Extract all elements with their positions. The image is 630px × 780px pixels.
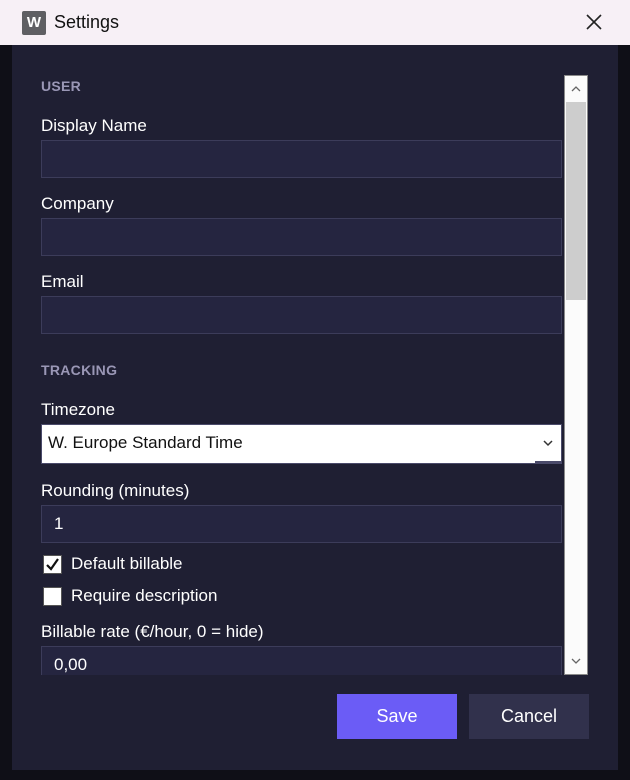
scroll-down-button[interactable]	[565, 650, 587, 672]
chevron-down-icon	[571, 658, 581, 664]
chevron-up-icon	[571, 86, 581, 92]
close-button[interactable]	[576, 5, 612, 39]
require-description-label[interactable]: Require description	[71, 586, 217, 606]
checkmark-icon	[46, 558, 59, 571]
section-header-user: USER	[41, 78, 82, 94]
rounding-label: Rounding (minutes)	[41, 481, 190, 500]
app-icon: W	[22, 11, 46, 35]
default-billable-checkbox[interactable]	[43, 555, 62, 574]
company-input[interactable]	[41, 218, 562, 256]
rounding-input[interactable]	[41, 505, 562, 543]
scroll-up-button[interactable]	[565, 78, 587, 100]
require-description-checkbox[interactable]	[43, 587, 62, 606]
billable-rate-label: Billable rate (€/hour, 0 = hide)	[41, 622, 264, 641]
timezone-selected-value: W. Europe Standard Time	[48, 433, 243, 452]
email-label: Email	[41, 272, 84, 291]
timezone-dropdown-toggle[interactable]	[535, 425, 561, 463]
display-name-label: Display Name	[41, 116, 147, 135]
timezone-select[interactable]: W. Europe Standard Time	[41, 424, 562, 464]
billable-rate-input[interactable]	[41, 646, 562, 675]
cancel-button[interactable]: Cancel	[469, 694, 589, 739]
save-button[interactable]: Save	[337, 694, 457, 739]
scrollbar-thumb[interactable]	[566, 102, 586, 300]
chevron-down-icon	[543, 440, 553, 447]
display-name-input[interactable]	[41, 140, 562, 178]
section-header-tracking: TRACKING	[41, 362, 118, 378]
default-billable-label[interactable]: Default billable	[71, 554, 183, 574]
title-bar: W Settings	[0, 0, 630, 45]
close-icon	[586, 14, 602, 30]
company-label: Company	[41, 194, 114, 213]
window-title: Settings	[54, 12, 120, 32]
vertical-scrollbar[interactable]	[564, 75, 588, 675]
settings-dialog: USER Display Name Company Email TRACKING…	[12, 45, 618, 770]
timezone-label: Timezone	[41, 400, 116, 419]
settings-scroll-area[interactable]: USER Display Name Company Email TRACKING…	[12, 75, 562, 675]
email-input[interactable]	[41, 296, 562, 334]
